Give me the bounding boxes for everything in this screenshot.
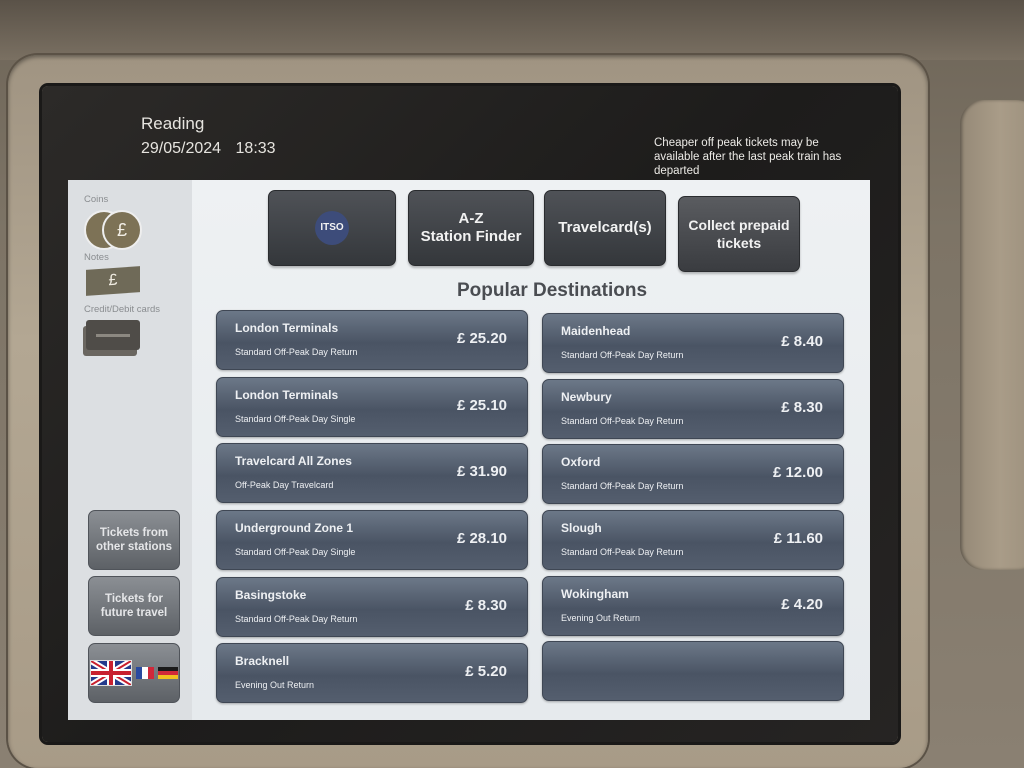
ticket-type: Standard Off-Peak Day Return xyxy=(561,547,684,557)
popular-destinations-title: Popular Destinations xyxy=(456,280,648,301)
ticket-type: Standard Off-Peak Day Return xyxy=(561,416,684,426)
card-slot-panel xyxy=(960,100,1024,570)
destination-name: Bracknell xyxy=(235,654,290,668)
destination-name: Slough xyxy=(561,521,602,535)
ticket-type: Standard Off-Peak Day Return xyxy=(561,350,684,360)
destination-button[interactable]: Slough Standard Off-Peak Day Return £ 11.6… xyxy=(542,510,844,570)
station-name: Reading xyxy=(141,114,205,133)
travelcards-button[interactable]: Travelcard(s) xyxy=(544,190,666,266)
destination-name: Basingstoke xyxy=(235,588,307,602)
destination-name: Newbury xyxy=(561,390,612,404)
time: 18:33 xyxy=(235,140,276,157)
destination-name: Travelcard All Zones xyxy=(235,454,352,468)
ticket-price: £ 8.30 xyxy=(781,399,823,416)
destination-name: Wokingham xyxy=(561,587,629,601)
ticket-price: £ 11.60 xyxy=(773,530,823,547)
ticket-type: Evening Out Return xyxy=(235,680,315,690)
ticket-price: £ 31.90 xyxy=(456,463,507,480)
french-flag-icon xyxy=(136,667,154,679)
destination-button[interactable]: Travelcard All Zones Off-Peak Day Travelc… xyxy=(216,443,528,503)
ticket-price: £ 8.30 xyxy=(465,597,507,614)
destination-button[interactable]: Bracknell Evening Out Return £ 5.20 xyxy=(216,643,528,703)
machine-housing-top xyxy=(0,0,1024,60)
ticket-price: £ 25.20 xyxy=(456,330,507,347)
ticket-price: £ 28.10 xyxy=(456,530,507,547)
payment-methods-column: Coins £ Notes £ Credit/Debit cards Ticke… xyxy=(68,180,192,720)
date-time: 29/05/2024 18:33 xyxy=(141,140,286,158)
ticket-type: Standard Off-Peak Day Single xyxy=(235,547,356,557)
destination-name: London Terminals xyxy=(235,321,339,335)
destination-button[interactable]: Basingstoke Standard Off-Peak Day Return £… xyxy=(216,577,528,637)
destination-name: London Terminals xyxy=(235,388,339,402)
german-flag-icon xyxy=(158,667,178,679)
tickets-for-future-travel-button[interactable]: Tickets for future travel xyxy=(88,576,180,636)
ticket-type: Standard Off-Peak Day Return xyxy=(235,347,358,357)
itso-button[interactable]: ITSO xyxy=(268,190,396,266)
ticket-type: Evening Out Return xyxy=(561,613,641,623)
notes-label: Notes xyxy=(84,252,109,263)
ticket-price: £ 4.20 xyxy=(781,596,823,613)
ticket-type: Standard Off-Peak Day Single xyxy=(235,414,356,424)
destination-button[interactable]: London Terminals Standard Off-Peak Day Re… xyxy=(216,310,528,370)
collect-prepaid-tickets-button[interactable]: Collect prepaid tickets xyxy=(678,196,800,272)
destination-button[interactable]: Underground Zone 1 Standard Off-Peak Day … xyxy=(216,510,528,570)
destination-name: Underground Zone 1 xyxy=(235,521,353,535)
destination-button[interactable]: Maidenhead Standard Off-Peak Day Return £ … xyxy=(542,313,844,373)
destination-button[interactable]: Oxford Standard Off-Peak Day Return £ 12.0… xyxy=(542,444,844,504)
tickets-from-other-stations-button[interactable]: Tickets from other stations xyxy=(88,510,180,570)
ticket-type: Off-Peak Day Travelcard xyxy=(235,480,334,490)
cards-label: Credit/Debit cards xyxy=(84,304,161,315)
ticket-type: Standard Off-Peak Day Return xyxy=(235,614,358,624)
destination-name: Oxford xyxy=(561,455,601,469)
ticket-price: £ 5.20 xyxy=(465,663,507,680)
ticket-machine-screen: Reading 29/05/2024 18:33 Cheaper off pea… xyxy=(42,86,898,742)
off-peak-notice: Cheaper off peak tickets may be availabl… xyxy=(654,137,842,177)
itso-icon: ITSO xyxy=(315,211,349,245)
ticket-price: £ 8.40 xyxy=(781,333,823,350)
destination-name: Maidenhead xyxy=(561,324,631,338)
empty-destination-slot xyxy=(542,641,844,701)
language-select-button[interactable] xyxy=(88,643,180,703)
uk-flag-icon xyxy=(90,660,132,686)
destination-button[interactable]: Wokingham Evening Out Return £ 4.20 xyxy=(542,576,844,636)
ticket-price: £ 25.10 xyxy=(456,397,507,414)
coins-label: Coins xyxy=(84,194,109,205)
main-panel: Coins £ Notes £ Credit/Debit cards Ticke… xyxy=(68,180,870,720)
date: 29/05/2024 xyxy=(141,140,222,157)
destination-button[interactable]: London Terminals Standard Off-Peak Day Si… xyxy=(216,377,528,437)
ticket-type: Standard Off-Peak Day Return xyxy=(561,481,684,491)
credit-card-icon xyxy=(86,320,140,350)
ticket-price: £ 12.00 xyxy=(772,464,823,481)
a-z-station-finder-button[interactable]: A-Z Station Finder xyxy=(408,190,534,266)
coin-pound-icon: £ xyxy=(102,210,142,250)
banknote-icon: £ xyxy=(86,266,140,296)
destination-button[interactable]: Newbury Standard Off-Peak Day Return £ 8.3… xyxy=(542,379,844,439)
